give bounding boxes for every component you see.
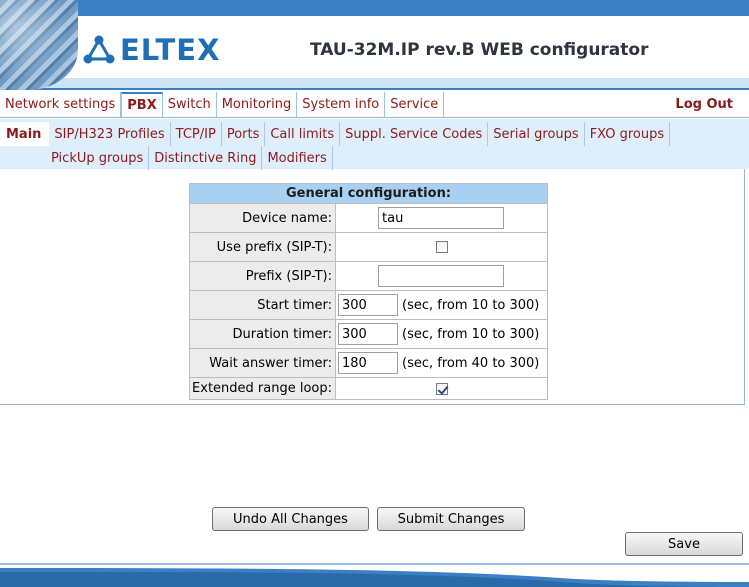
- start-timer-input[interactable]: [338, 294, 398, 316]
- table-row: Start timer: (sec, from 10 to 300): [189, 290, 548, 320]
- table-row: Use prefix (SIP-T):: [189, 232, 548, 262]
- device-name-label: Device name:: [189, 203, 336, 233]
- keyboard-image: [0, 0, 78, 90]
- header-band: [0, 78, 749, 88]
- table-row: Extended range loop:: [189, 377, 548, 400]
- duration-timer-hint: (sec, from 10 to 300): [402, 326, 540, 342]
- undo-all-changes-button[interactable]: Undo All Changes: [212, 507, 369, 531]
- wait-answer-timer-label: Wait answer timer:: [189, 348, 336, 378]
- prefix-input[interactable]: [378, 265, 504, 287]
- subtab-modifiers[interactable]: Modifiers: [262, 146, 333, 170]
- subtab-call-limits[interactable]: Call limits: [265, 122, 341, 146]
- use-prefix-label: Use prefix (SIP-T):: [189, 232, 336, 262]
- header: ELTEX TAU-32M.IP rev.B WEB configurator: [0, 0, 749, 92]
- sub-nav-row: PickUp groups Distinctive Ring Modifiers: [46, 146, 333, 170]
- tab-pbx[interactable]: PBX: [121, 92, 163, 117]
- start-timer-label: Start timer:: [189, 290, 336, 320]
- extended-range-loop-label: Extended range loop:: [189, 377, 336, 400]
- subtab-fxo-groups[interactable]: FXO groups: [585, 122, 671, 146]
- prefix-label: Prefix (SIP-T):: [189, 261, 336, 291]
- start-timer-hint: (sec, from 10 to 300): [402, 297, 540, 313]
- tab-monitoring[interactable]: Monitoring: [217, 92, 298, 117]
- subtab-main[interactable]: Main: [0, 122, 50, 146]
- main-nav: Network settings PBX Switch Monitoring S…: [0, 92, 749, 118]
- table-row: Wait answer timer: (sec, from 40 to 300): [189, 348, 548, 378]
- tab-network-settings[interactable]: Network settings: [0, 92, 122, 117]
- table-row: Duration timer: (sec, from 10 to 300): [189, 319, 548, 349]
- save-button[interactable]: Save: [625, 532, 743, 556]
- subtab-pickup-groups[interactable]: PickUp groups: [46, 146, 150, 170]
- device-name-input[interactable]: [378, 207, 504, 229]
- sub-nav-row: Main SIP/H323 Profiles TCP/IP Ports Call…: [0, 122, 671, 146]
- subtab-distinctive-ring[interactable]: Distinctive Ring: [149, 146, 263, 170]
- sub-nav: Main SIP/H323 Profiles TCP/IP Ports Call…: [0, 119, 749, 170]
- submit-changes-button[interactable]: Submit Changes: [377, 507, 525, 531]
- logout-link[interactable]: Log Out: [670, 92, 749, 117]
- tab-system-info[interactable]: System info: [297, 92, 386, 117]
- brand-name: ELTEX: [120, 33, 221, 67]
- subtab-tcp-ip[interactable]: TCP/IP: [171, 122, 222, 146]
- tab-switch[interactable]: Switch: [163, 92, 217, 117]
- eltex-logo-icon: [83, 35, 115, 64]
- general-config-table: General configuration: Device name: Use …: [189, 183, 548, 400]
- footer-wave: [0, 563, 749, 587]
- subtab-sip-h323-profiles[interactable]: SIP/H323 Profiles: [49, 122, 171, 146]
- wait-answer-timer-input[interactable]: [338, 352, 398, 374]
- extended-range-loop-checkbox[interactable]: [435, 382, 448, 395]
- tab-service[interactable]: Service: [385, 92, 445, 117]
- subtab-serial-groups[interactable]: Serial groups: [488, 122, 585, 146]
- duration-timer-label: Duration timer:: [189, 319, 336, 349]
- eltex-logo: ELTEX: [82, 32, 220, 68]
- app-title: TAU-32M.IP rev.B WEB configurator: [310, 40, 649, 60]
- duration-timer-input[interactable]: [338, 323, 398, 345]
- header-divider: [0, 88, 749, 90]
- subtab-suppl-service-codes[interactable]: Suppl. Service Codes: [340, 122, 489, 146]
- subtab-ports[interactable]: Ports: [222, 122, 266, 146]
- wait-answer-timer-hint: (sec, from 40 to 300): [402, 355, 540, 371]
- config-table-title: General configuration:: [189, 183, 548, 204]
- table-row: Prefix (SIP-T):: [189, 261, 548, 291]
- use-prefix-checkbox[interactable]: [435, 241, 448, 253]
- table-row: Device name:: [189, 203, 548, 233]
- header-top-bar: [70, 0, 749, 16]
